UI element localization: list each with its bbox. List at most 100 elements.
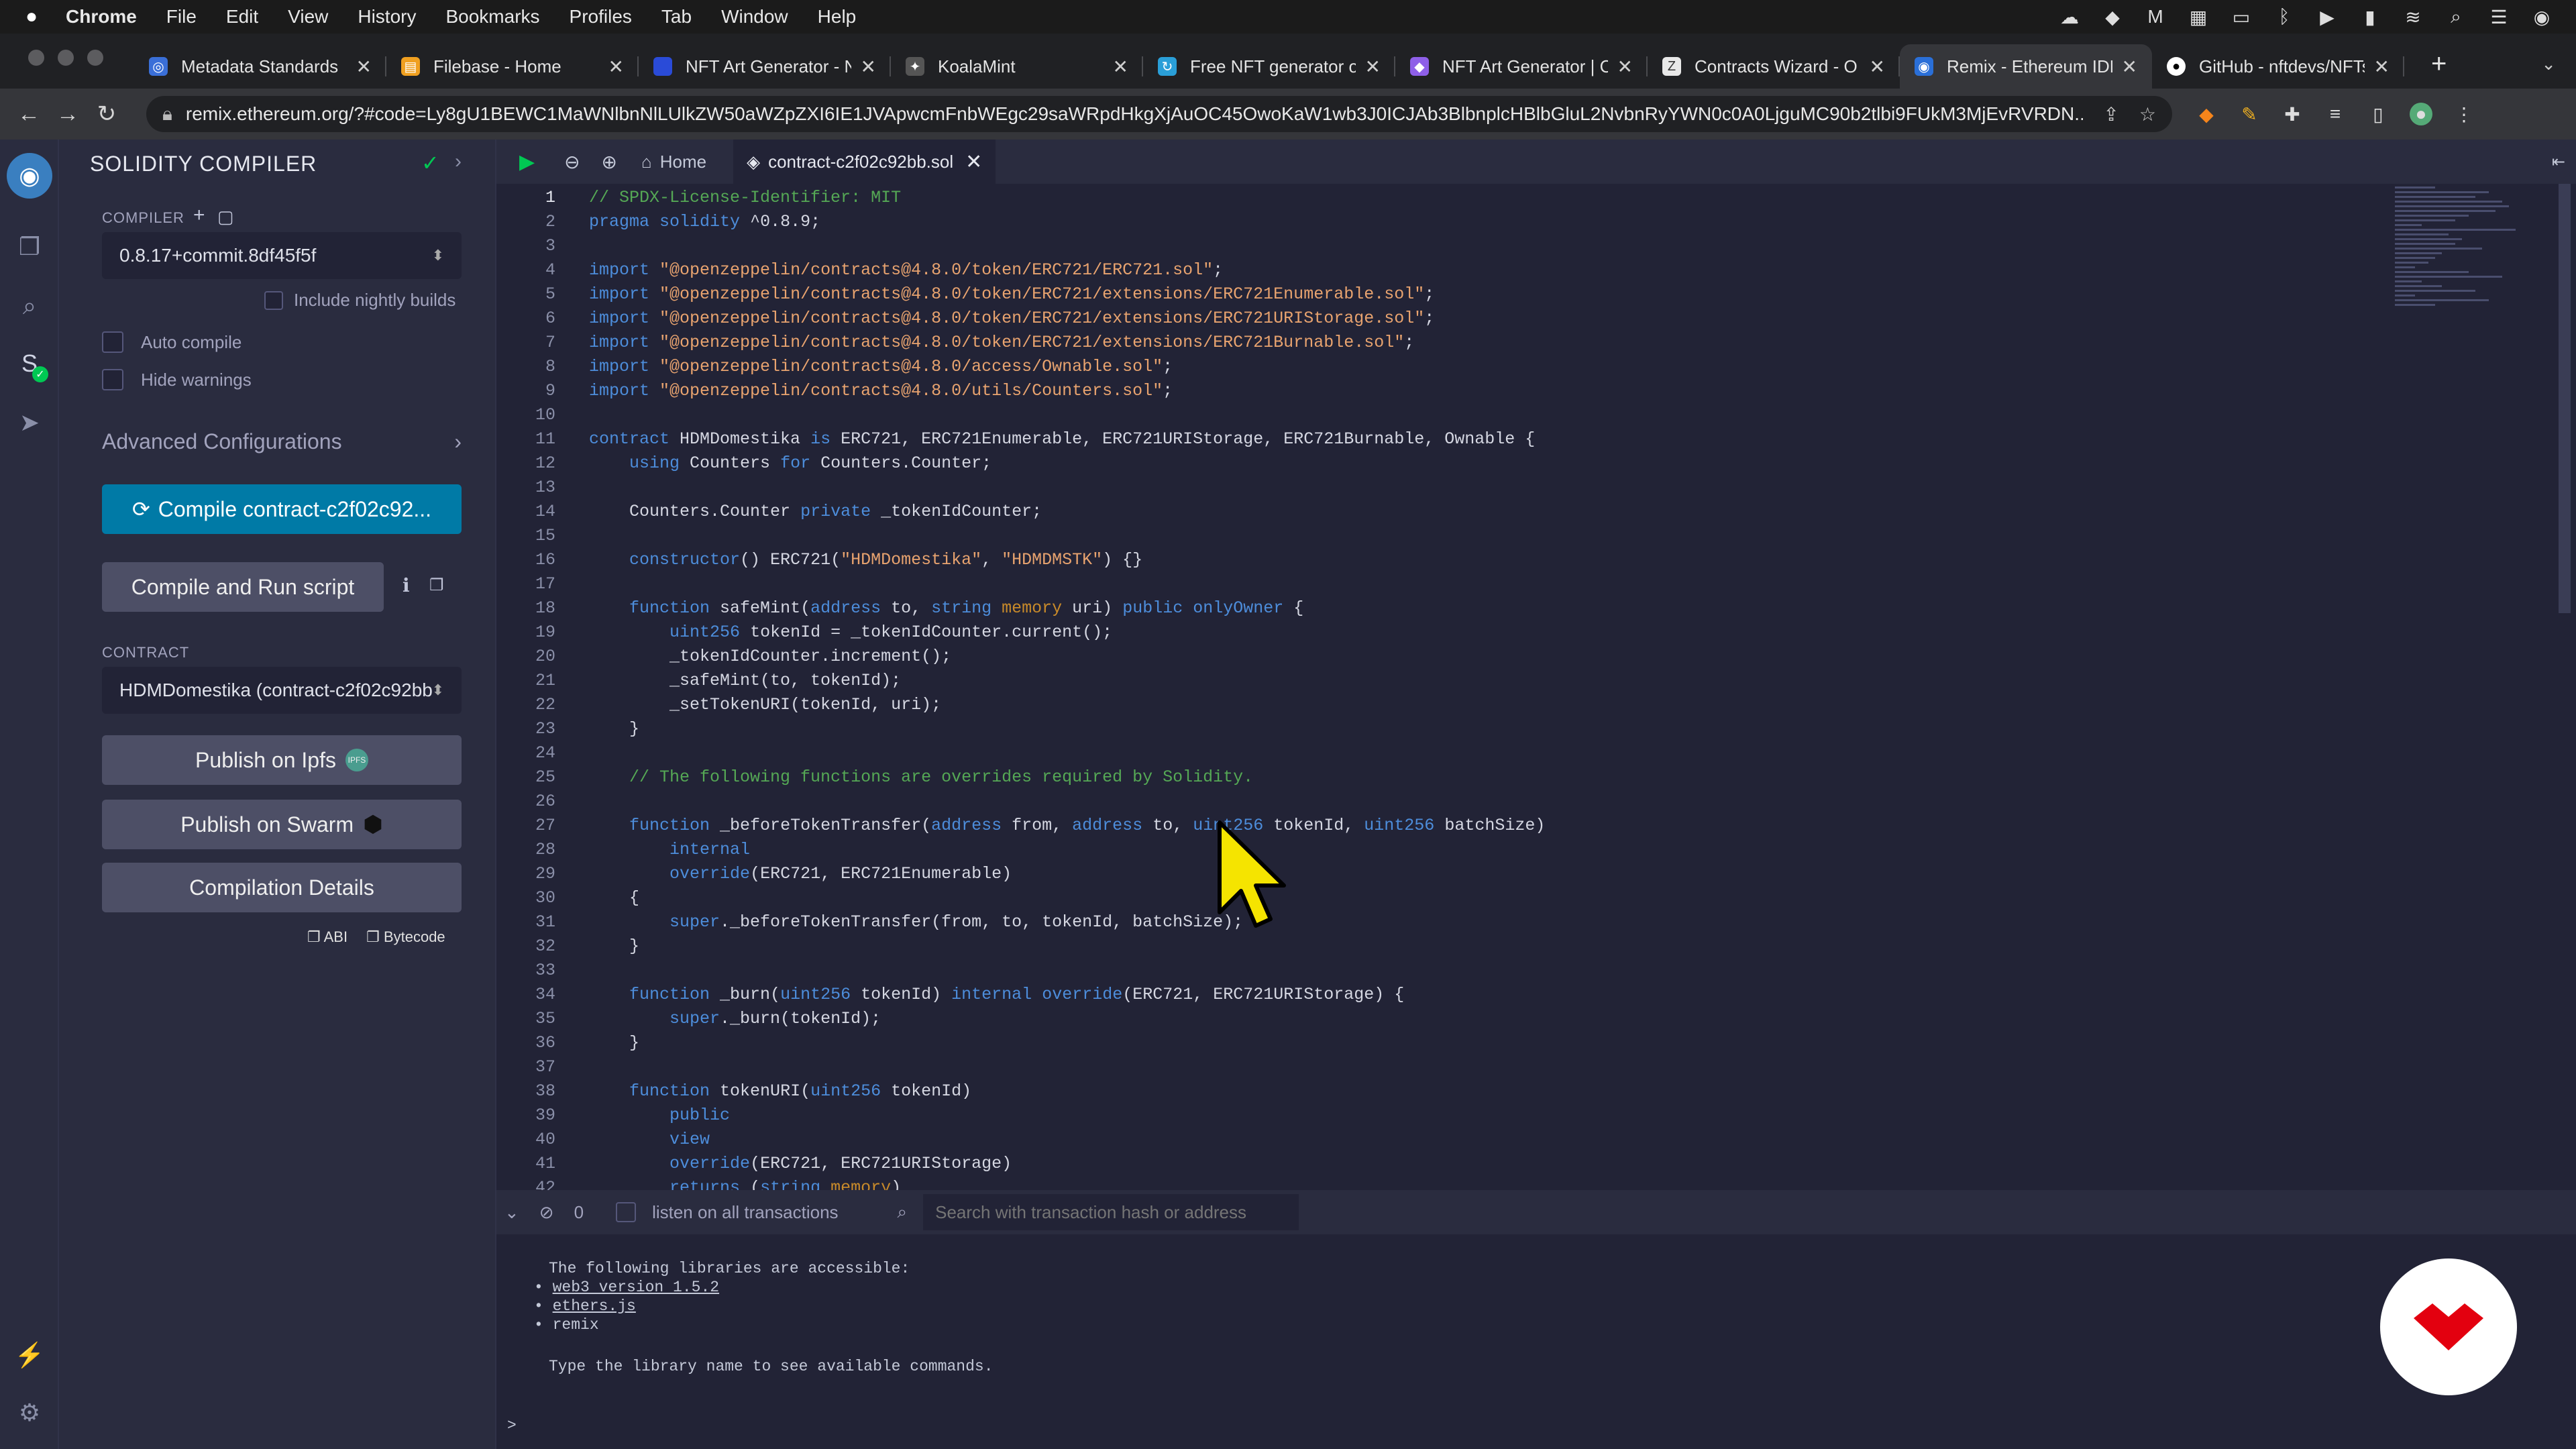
code-line[interactable]: 20 _tokenIdCounter.increment(); bbox=[496, 644, 951, 668]
code-line[interactable]: 24 bbox=[496, 741, 589, 765]
tab-github[interactable]: ● GitHub - nftdevs/NFTs ✕ bbox=[2152, 44, 2404, 89]
ethers-link[interactable]: ethers.js bbox=[553, 1297, 636, 1315]
new-tab-icon[interactable]: + bbox=[2431, 49, 2447, 79]
code-line[interactable]: 16 constructor() ERC721("HDMDomestika", … bbox=[496, 547, 1142, 572]
code-line[interactable]: 31 super._beforeTokenTransfer(from, to, … bbox=[496, 910, 1243, 934]
code-line[interactable]: 23 } bbox=[496, 716, 639, 741]
publish-ipfs-button[interactable]: Publish on Ipfs IPFS bbox=[102, 735, 462, 785]
code-line[interactable]: 27 function _beforeTokenTransfer(address… bbox=[496, 813, 1545, 837]
code-line[interactable]: 36 } bbox=[496, 1030, 639, 1055]
close-tab-icon[interactable]: ✕ bbox=[1365, 56, 1381, 78]
code-line[interactable]: 40 view bbox=[496, 1127, 710, 1151]
puzzle-extensions-icon[interactable]: ✚ bbox=[2281, 103, 2304, 125]
code-line[interactable]: 5 import "@openzeppelin/contracts@4.8.0/t… bbox=[496, 282, 1434, 306]
url-text[interactable]: remix.ethereum.org/?#code=Ly8gU1BEWC1MaW… bbox=[186, 103, 2084, 125]
menu-edit[interactable]: Edit bbox=[226, 6, 258, 28]
zoom-out-icon[interactable]: ⊖ bbox=[564, 140, 580, 184]
extension-icon[interactable]: ✎ bbox=[2238, 103, 2261, 125]
code-line[interactable]: 3 bbox=[496, 233, 589, 258]
code-line[interactable]: 14 Counters.Counter private _tokenIdCoun… bbox=[496, 499, 1042, 523]
code-line[interactable]: 35 super._burn(tokenId); bbox=[496, 1006, 881, 1030]
code-line[interactable]: 10 bbox=[496, 402, 589, 427]
menu-bookmarks[interactable]: Bookmarks bbox=[445, 6, 539, 28]
lock-icon[interactable]: 🔒︎ bbox=[162, 103, 172, 125]
chrome-menu-icon[interactable]: ⋮ bbox=[2453, 103, 2475, 125]
menu-history[interactable]: History bbox=[358, 6, 416, 28]
code-line[interactable]: 19 uint256 tokenId = _tokenIdCounter.cur… bbox=[496, 620, 1112, 644]
contract-select[interactable]: HDMDomestika (contract-c2f02c92bb.s ⬍ bbox=[102, 667, 462, 714]
battery-icon[interactable]: ▮ bbox=[2359, 7, 2381, 28]
address-bar[interactable]: 🔒︎ remix.ethereum.org/?#code=Ly8gU1BEWC1… bbox=[146, 96, 2172, 132]
hide-warnings-box[interactable] bbox=[102, 369, 123, 390]
apple-icon[interactable]: ● bbox=[25, 5, 46, 28]
close-tab-icon[interactable]: ✕ bbox=[608, 56, 624, 78]
menu-window[interactable]: Window bbox=[721, 6, 788, 28]
copy-icon[interactable]: ❐ bbox=[429, 576, 445, 595]
reading-list-icon[interactable]: ≡ bbox=[2324, 103, 2347, 125]
search-icon[interactable]: ⌕ bbox=[13, 290, 46, 322]
code-line[interactable]: 26 bbox=[496, 789, 589, 813]
code-line[interactable]: 12 using Counters for Counters.Counter; bbox=[496, 451, 991, 475]
play-icon[interactable]: ▶ bbox=[2316, 7, 2339, 28]
close-tab-icon[interactable]: ✕ bbox=[2374, 56, 2390, 78]
tab-search-chevron-icon[interactable]: ⌄ bbox=[2541, 54, 2556, 74]
control-center-icon[interactable]: ☰ bbox=[2487, 7, 2510, 28]
code-line[interactable]: 41 override(ERC721, ERC721URIStorage) bbox=[496, 1151, 1012, 1175]
compile-run-script-button[interactable]: Compile and Run script bbox=[102, 562, 384, 612]
code-line[interactable]: 38 function tokenURI(uint256 tokenId) bbox=[496, 1079, 971, 1103]
dropbox-icon[interactable]: ◆ bbox=[2101, 7, 2124, 28]
collapse-terminal-icon[interactable]: ⌄ bbox=[504, 1202, 519, 1223]
gmail-icon[interactable]: M bbox=[2144, 6, 2167, 27]
run-play-icon[interactable]: ▶ bbox=[519, 140, 535, 184]
zoom-in-icon[interactable]: ⊕ bbox=[602, 140, 617, 184]
back-arrow-icon[interactable]: ← bbox=[9, 101, 48, 127]
close-tab-icon[interactable]: ✕ bbox=[2122, 56, 2137, 78]
cloud-icon[interactable]: ☁ bbox=[2058, 7, 2081, 28]
tab-contracts-wizard[interactable]: Z Contracts Wizard - O ✕ bbox=[1648, 44, 1900, 89]
web3-link[interactable]: web3 version 1.5.2 bbox=[553, 1279, 719, 1296]
side-panel-icon[interactable]: ▯ bbox=[2367, 103, 2390, 125]
advanced-configurations-toggle[interactable]: Advanced Configurations › bbox=[102, 429, 462, 454]
code-line[interactable]: 4 import "@openzeppelin/contracts@4.8.0/t… bbox=[496, 258, 1223, 282]
menu-file[interactable]: File bbox=[166, 6, 197, 28]
close-tab-icon[interactable]: ✕ bbox=[1617, 56, 1633, 78]
code-line[interactable]: 25 // The following functions are overri… bbox=[496, 765, 1253, 789]
bookmark-star-icon[interactable]: ☆ bbox=[2139, 103, 2156, 125]
tab-contract-file[interactable]: ◈ contract-c2f02c92bb.sol ✕ bbox=[733, 140, 996, 184]
auto-compile-checkbox[interactable]: Auto compile bbox=[102, 331, 241, 353]
expand-panel-icon[interactable]: ⇤ bbox=[2552, 140, 2565, 184]
tab-koalamint[interactable]: ✦ KoalaMint ✕ bbox=[891, 44, 1143, 89]
tab-metadata-standards[interactable]: ◎ Metadata Standards ✕ bbox=[134, 44, 386, 89]
close-window-button[interactable] bbox=[28, 50, 44, 66]
code-line[interactable]: 13 bbox=[496, 475, 589, 499]
code-line[interactable]: 33 bbox=[496, 958, 589, 982]
tab-remix[interactable]: ◉ Remix - Ethereum IDE ✕ bbox=[1900, 44, 2152, 89]
metamask-icon[interactable]: ◆ bbox=[2195, 103, 2218, 125]
code-line[interactable]: 11 contract HDMDomestika is ERC721, ERC72… bbox=[496, 427, 1535, 451]
share-icon[interactable]: ⇪ bbox=[2103, 103, 2118, 125]
remix-logo-icon[interactable]: ◉ bbox=[7, 153, 52, 199]
menu-help[interactable]: Help bbox=[818, 6, 857, 28]
terminal-prompt[interactable]: > bbox=[507, 1417, 517, 1434]
nightly-checkbox-box[interactable] bbox=[264, 290, 283, 310]
transaction-search-input[interactable] bbox=[923, 1194, 1299, 1230]
info-icon[interactable]: ℹ bbox=[402, 574, 411, 596]
code-line[interactable]: 18 function safeMint(address to, string … bbox=[496, 596, 1303, 620]
code-line[interactable]: 9 import "@openzeppelin/contracts@4.8.0/u… bbox=[496, 378, 1173, 402]
file-explorer-icon[interactable]: ❐ bbox=[13, 231, 46, 263]
plugin-manager-icon[interactable]: ⚡ bbox=[13, 1339, 46, 1371]
chevron-right-icon[interactable]: › bbox=[455, 150, 462, 173]
code-line[interactable]: 29 override(ERC721, ERC721Enumerable) bbox=[496, 861, 1012, 885]
code-line[interactable]: 30 { bbox=[496, 885, 639, 910]
tab-free-nft-generator[interactable]: ↻ Free NFT generator o ✕ bbox=[1143, 44, 1395, 89]
hide-warnings-checkbox[interactable]: Hide warnings bbox=[102, 369, 252, 390]
spotlight-search-icon[interactable]: ⌕ bbox=[2445, 6, 2467, 27]
editor-minimap[interactable] bbox=[2395, 184, 2556, 1190]
code-line[interactable]: 22 _setTokenURI(tokenId, uri); bbox=[496, 692, 941, 716]
tab-nft-art-generator-2[interactable]: ◆ NFT Art Generator | C ✕ bbox=[1395, 44, 1648, 89]
tab-nft-art-generator[interactable]: NFT Art Generator - N ✕ bbox=[639, 44, 891, 89]
menu-view[interactable]: View bbox=[288, 6, 328, 28]
close-tab-icon[interactable]: ✕ bbox=[861, 56, 876, 78]
clear-console-icon[interactable]: ⊘ bbox=[539, 1202, 554, 1223]
code-line[interactable]: 37 bbox=[496, 1055, 589, 1079]
